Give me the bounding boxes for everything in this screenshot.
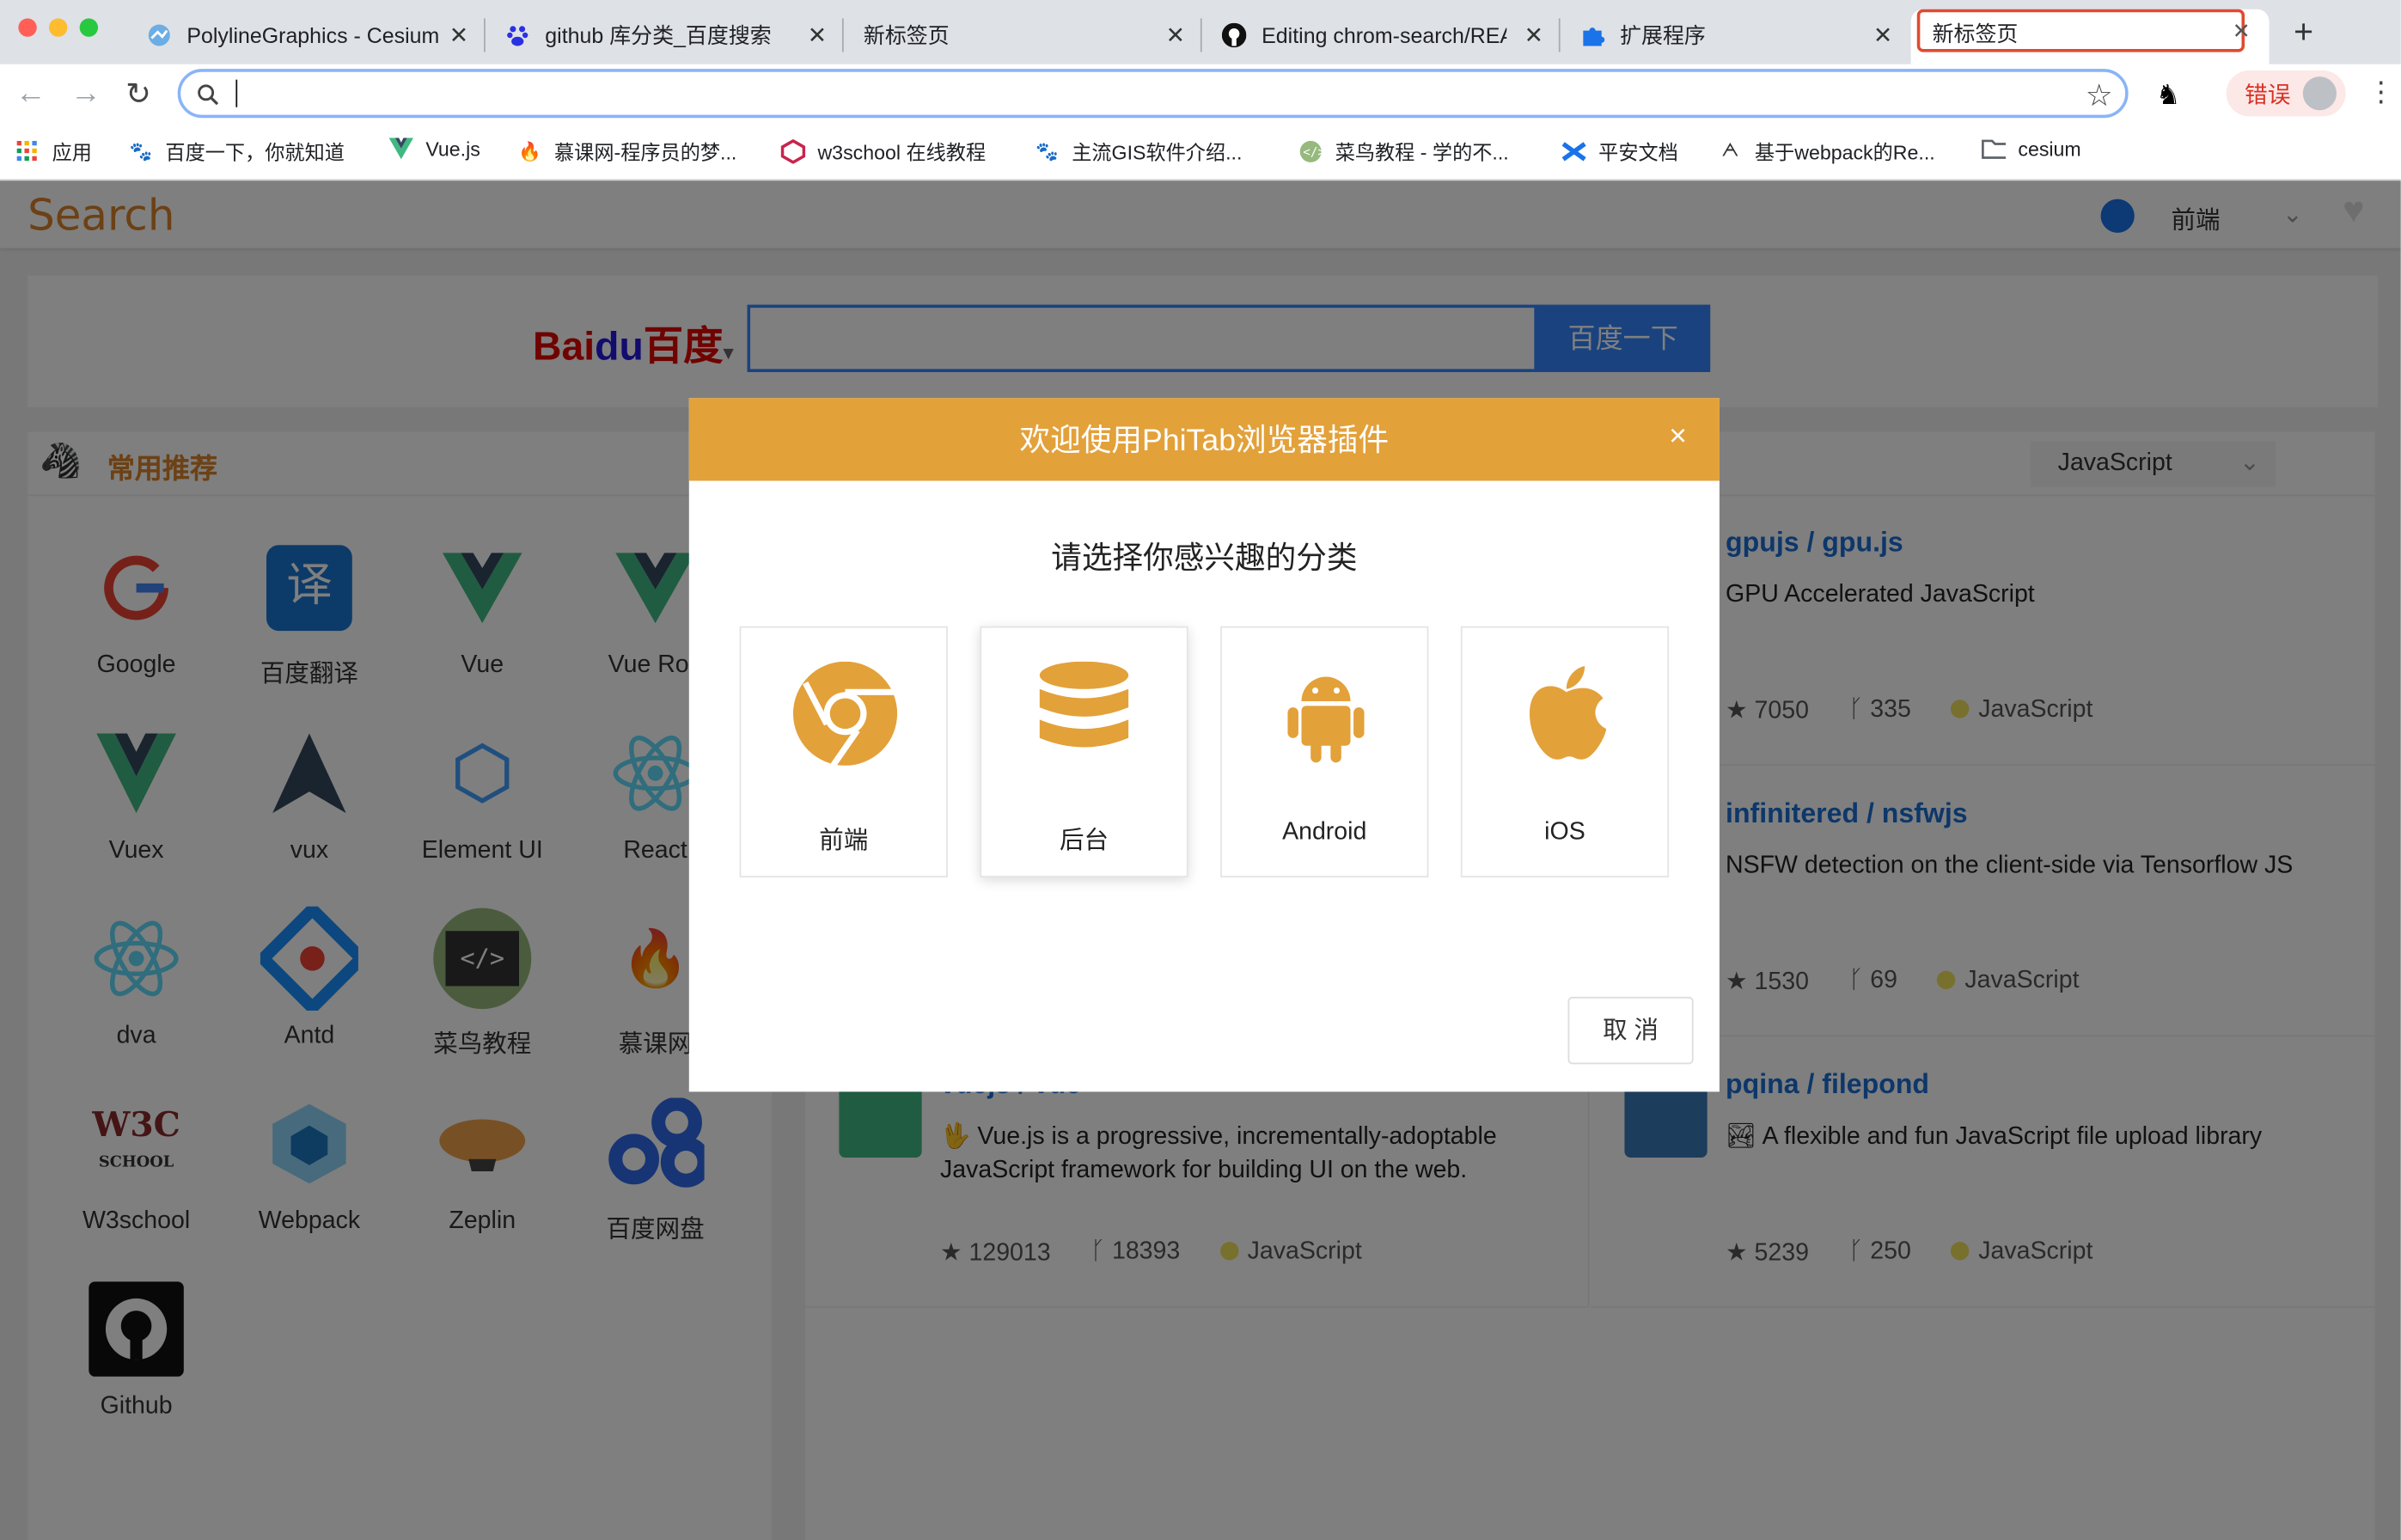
baidu-paw-icon: 🐾 <box>1036 140 1060 162</box>
reload-icon[interactable]: ↻ <box>125 75 151 113</box>
bookmark-apps[interactable]: 应用 <box>15 137 92 166</box>
active-tab-title: 新标签页 <box>1916 9 2245 52</box>
tab-github-editing[interactable]: Editing chrom-search/REA ✕ <box>1210 9 1556 62</box>
close-tab-icon[interactable]: ✕ <box>2233 18 2251 44</box>
more-menu-icon[interactable]: ⋮ <box>2367 76 2395 108</box>
close-window-button[interactable] <box>18 18 37 37</box>
option-android[interactable]: Android <box>1220 626 1429 877</box>
star-bookmark-icon[interactable]: ☆ <box>2086 76 2113 115</box>
bookmark-webpack-react[interactable]: ᗅ 基于webpack的Re... <box>1718 137 1934 166</box>
w3school-icon <box>780 138 806 163</box>
search-icon <box>198 84 219 106</box>
cesium-icon <box>147 23 172 48</box>
bookmark-gis[interactable]: 🐾 主流GIS软件介绍... <box>1035 137 1242 166</box>
avatar <box>2302 76 2337 111</box>
database-icon <box>1039 661 1129 748</box>
bookmarks-bar: 应用 🐾 百度一下，你就知道 Vue.js 🔥 慕课网-程序员的梦... w3sch… <box>0 122 2401 181</box>
extension-icon[interactable]: ♞ <box>2156 80 2181 112</box>
text-cursor <box>235 79 238 107</box>
tab-strip: PolylineGraphics - Cesium ✕ github 库分类_百… <box>0 0 2401 64</box>
profile-error-chip[interactable]: 错误 <box>2226 70 2346 117</box>
bookmark-imooc[interactable]: 🔥 慕课网-程序员的梦... <box>517 137 736 166</box>
back-arrow-icon[interactable]: ← <box>15 76 46 112</box>
option-frontend[interactable]: 前端 <box>739 626 948 877</box>
cancel-button[interactable]: 取 消 <box>1567 996 1694 1065</box>
tab-cesium[interactable]: PolylineGraphics - Cesium ✕ <box>135 9 481 62</box>
close-tab-icon[interactable]: ✕ <box>808 21 827 49</box>
bookmark-pingan[interactable]: 平安文档 <box>1561 137 1678 166</box>
bookmark-vuejs[interactable]: Vue.js <box>388 137 480 162</box>
close-tab-icon[interactable]: ✕ <box>1524 21 1543 49</box>
bookmark-folder-cesium[interactable]: cesium <box>1982 137 2081 162</box>
bookmark-runoob[interactable]: </>菜鸟教程 - 学的不... <box>1298 137 1509 166</box>
maximize-window-button[interactable] <box>79 18 99 37</box>
github-icon <box>1221 22 1247 48</box>
webpack-icon: ᗅ <box>1721 139 1739 162</box>
apps-grid-icon <box>15 138 40 163</box>
flame-icon: 🔥 <box>518 140 541 162</box>
modal-title: 欢迎使用PhiTab浏览器插件 <box>688 398 1720 481</box>
new-tab-plus-icon[interactable]: + <box>2294 12 2313 52</box>
pingan-icon <box>1561 138 1586 163</box>
chrome-icon <box>792 661 898 766</box>
baidu-paw-icon: 🐾 <box>129 140 153 162</box>
tab-baidu-search[interactable]: github 库分类_百度搜索 ✕ <box>493 9 840 62</box>
puzzle-icon <box>1580 23 1605 48</box>
close-tab-icon[interactable]: ✕ <box>1166 21 1185 49</box>
baidu-paw-icon <box>505 23 530 48</box>
address-bar[interactable]: ☆ <box>177 69 2129 119</box>
modal-prompt: 请选择你感兴趣的分类 <box>1051 541 1358 576</box>
apple-icon <box>1529 666 1607 760</box>
category-modal: 欢迎使用PhiTab浏览器插件 × 请选择你感兴趣的分类 前端 后台 Andro… <box>688 398 1720 1092</box>
svg-text:</>: </> <box>1303 145 1323 159</box>
option-backend[interactable]: 后台 <box>980 626 1188 877</box>
tab-new-tab[interactable]: 新标签页 ✕ <box>852 9 1198 62</box>
runoob-icon: </> <box>1298 138 1323 163</box>
close-icon[interactable]: × <box>1669 419 1687 455</box>
bookmark-w3school[interactable]: w3school 在线教程 <box>780 137 986 166</box>
vue-icon <box>388 137 414 162</box>
bookmark-baidu[interactable]: 🐾 百度一下，你就知道 <box>129 137 345 166</box>
close-tab-icon[interactable]: ✕ <box>449 21 468 49</box>
tab-extensions[interactable]: 扩展程序 ✕ <box>1568 9 1905 62</box>
android-icon <box>1287 676 1365 763</box>
forward-arrow-icon[interactable]: → <box>70 76 101 112</box>
close-tab-icon[interactable]: ✕ <box>1873 21 1892 49</box>
folder-icon <box>1982 137 2007 162</box>
option-ios[interactable]: iOS <box>1460 626 1670 877</box>
minimize-window-button[interactable] <box>49 18 68 37</box>
